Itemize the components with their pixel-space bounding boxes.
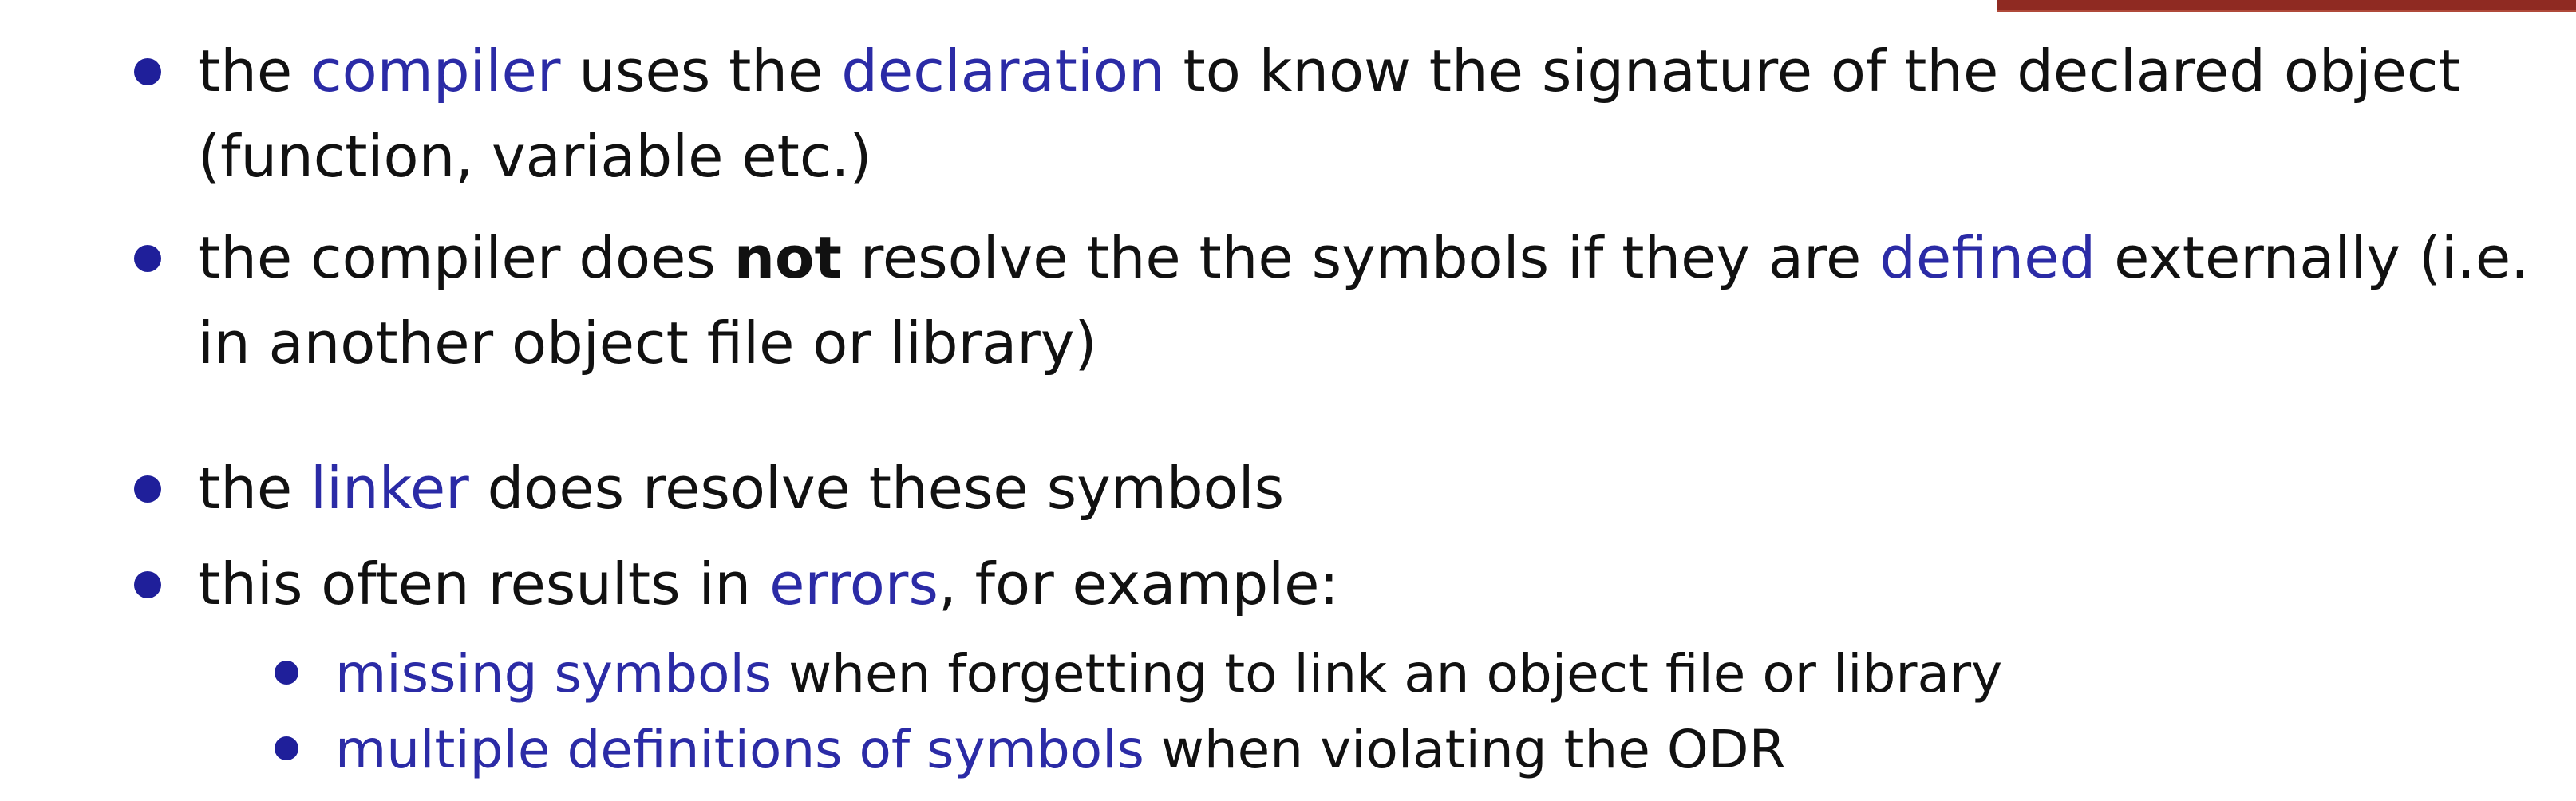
bullet-text-line: this often results in errors, for exampl… [198, 550, 1339, 618]
bullet-text-line: in another object file or library) [198, 310, 1097, 377]
bullet-text-line: the compiler uses the declaration to kno… [198, 37, 2461, 105]
bullet-text-line: the compiler does not resolve the the sy… [198, 224, 2529, 291]
sub-bullet-text: multiple definitions of symbols when vio… [335, 719, 1786, 780]
sub-bullet-text: missing symbols when forgetting to link … [335, 643, 2003, 704]
bullet-icon [134, 571, 161, 598]
bullet-icon [275, 661, 298, 685]
bullet-icon [134, 475, 161, 503]
bullet-icon [134, 58, 161, 85]
slide-content: the compiler uses the declaration to kno… [0, 0, 2576, 801]
bullet-icon [275, 736, 298, 760]
bullet-text-line: the linker does resolve these symbols [198, 455, 1285, 522]
bullet-text-line: (function, variable etc.) [198, 123, 872, 190]
bullet-icon [134, 245, 161, 272]
